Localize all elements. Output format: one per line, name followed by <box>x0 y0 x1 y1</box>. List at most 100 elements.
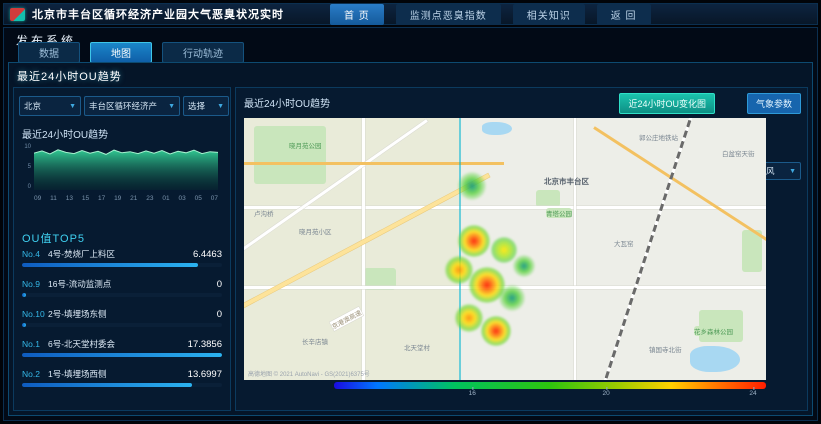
y-axis-tick: 0 <box>28 184 31 190</box>
progress-fill <box>22 263 198 267</box>
y-axis-tick: 10 <box>24 144 31 150</box>
heatmap-blob <box>458 225 490 257</box>
road <box>244 206 766 209</box>
filter-bar: 北京 ▼ 丰台区循环经济产 ▼ 选择 ▼ <box>19 96 229 116</box>
tab-map[interactable]: 地图 <box>90 42 152 63</box>
station-name: 6号-北天堂村委会 <box>48 338 188 350</box>
progress-fill <box>22 383 192 387</box>
trend-chart-title: 最近24小时OU趋势 <box>22 126 108 141</box>
station-name: 2号-填埋场东侧 <box>48 308 217 320</box>
road-highway <box>244 162 504 165</box>
nav-item-home[interactable]: 首 页 <box>330 4 384 25</box>
list-item[interactable]: No.10 2号-填埋场东侧 0 <box>22 308 222 327</box>
tab-trajectory[interactable]: 行动轨迹 <box>162 42 244 63</box>
progress-track <box>22 323 222 327</box>
app-logo-icon <box>10 8 25 21</box>
ou-value: 6.4463 <box>193 249 222 260</box>
road <box>362 118 365 380</box>
trend-area-chart <box>34 144 218 190</box>
trend-chart: 1050 091113151719212301030507 <box>18 142 228 220</box>
station-name: 16号-流动监测点 <box>48 278 217 290</box>
chevron-down-icon: ▼ <box>69 103 76 110</box>
legend-tick-label: 16 <box>469 390 476 397</box>
city-select-value: 北京 <box>24 100 41 112</box>
heatmap-blob <box>513 255 535 277</box>
map-park-area <box>254 126 326 184</box>
nav-item-knowledge[interactable]: 相关知识 <box>513 4 585 25</box>
tab-data[interactable]: 数据 <box>18 42 80 63</box>
x-axis-tick: 03 <box>179 195 186 202</box>
progress-track <box>22 293 222 297</box>
x-axis-tick: 17 <box>98 195 105 202</box>
chevron-down-icon: ▼ <box>168 103 175 110</box>
map-label: 青塔公园 <box>546 208 572 218</box>
map-label: 大瓦窑 <box>614 238 634 248</box>
x-axis-tick: 19 <box>114 195 121 202</box>
x-axis-tick: 07 <box>211 195 218 202</box>
road <box>244 286 766 289</box>
map-panel: 最近24小时OU趋势 近24小时OU变化图 气象参数 风 ▼ <box>235 87 808 411</box>
station-select[interactable]: 选择 ▼ <box>183 96 229 116</box>
list-item[interactable]: No.2 1号-填埋场西侧 13.6997 <box>22 368 222 387</box>
heatmap-blob <box>469 267 505 303</box>
main-nav: 首 页 监测点恶臭指数 相关知识 返 回 <box>330 4 651 25</box>
map-panel-title: 最近24小时OU趋势 <box>244 95 330 110</box>
rank-label: No.9 <box>22 279 48 289</box>
view-tabs: 数据 地图 行动轨迹 <box>18 42 244 63</box>
city-select[interactable]: 北京 ▼ <box>19 96 81 116</box>
progress-track <box>22 383 222 387</box>
map-water-area <box>482 122 512 135</box>
map-park-area <box>699 310 743 342</box>
progress-fill <box>22 353 222 357</box>
list-item[interactable]: No.4 4号-焚烧厂上料区 6.4463 <box>22 248 222 267</box>
main-panel: 最近24小时OU趋势 北京 ▼ 丰台区循环经济产 ▼ 选择 ▼ 最近24小时OU… <box>8 62 813 416</box>
district-select[interactable]: 丰台区循环经济产 ▼ <box>84 96 180 116</box>
ou-value: 17.3856 <box>188 339 222 350</box>
heatmap-blob <box>481 316 511 346</box>
x-axis-tick: 13 <box>66 195 73 202</box>
progress-fill <box>22 323 26 327</box>
legend-ticks: 16 20 24 <box>334 389 766 399</box>
list-item[interactable]: No.1 6号-北天堂村委会 17.3856 <box>22 338 222 357</box>
ou-color-legend: 16 20 24 <box>334 382 766 400</box>
x-axis-tick: 01 <box>162 195 169 202</box>
list-item[interactable]: No.9 16号-流动监测点 0 <box>22 278 222 297</box>
ou-change-map-button[interactable]: 近24小时OU变化图 <box>619 93 715 114</box>
content-frame: 发布系统 数据 地图 行动轨迹 最近24小时OU趋势 北京 ▼ 丰台区循环经济产… <box>3 27 818 421</box>
ou-value: 0 <box>217 309 222 320</box>
heatmap-blob <box>499 285 525 311</box>
x-axis-tick: 05 <box>195 195 202 202</box>
map-label: 镇国寺北街 <box>649 344 682 354</box>
x-axis-tick: 15 <box>82 195 89 202</box>
x-axis-tick: 23 <box>146 195 153 202</box>
map-label: 郭公庄地铁站 <box>639 132 678 142</box>
station-select-value: 选择 <box>188 100 205 112</box>
left-column: 北京 ▼ 丰台区循环经济产 ▼ 选择 ▼ 最近24小时OU趋势 1050 <box>13 87 231 411</box>
rank-label: No.10 <box>22 309 48 319</box>
wind-select[interactable]: 风 ▼ <box>761 162 801 180</box>
rank-label: No.4 <box>22 249 48 259</box>
nav-item-back[interactable]: 返 回 <box>597 4 651 25</box>
rank-label: No.2 <box>22 369 48 379</box>
progress-track <box>22 263 222 267</box>
panel-title: 最近24小时OU趋势 <box>17 68 122 84</box>
map-label: 白盆窑天街 <box>722 148 755 158</box>
legend-tick-label: 24 <box>749 390 756 397</box>
y-axis-labels: 1050 <box>18 144 31 190</box>
map-canvas[interactable]: 高德地图 © 2021 AutoNavi - GS(2021)6375号 晓月苑… <box>244 118 766 380</box>
map-water-area <box>690 346 740 372</box>
district-select-value: 丰台区循环经济产 <box>89 100 157 112</box>
progress-track <box>22 353 222 357</box>
map-attribution: 高德地图 © 2021 AutoNavi - GS(2021)6375号 <box>248 369 370 378</box>
top5-title: OU值TOP5 <box>22 230 85 246</box>
legend-gradient-bar <box>334 382 766 389</box>
wind-select-value: 风 <box>766 165 775 177</box>
weather-params-button[interactable]: 气象参数 <box>747 93 801 114</box>
legend-tick-label: 20 <box>603 390 610 397</box>
x-axis-tick: 11 <box>50 195 57 202</box>
nav-item-odor-index[interactable]: 监测点恶臭指数 <box>396 4 501 25</box>
x-axis-labels: 091113151719212301030507 <box>34 195 218 202</box>
road <box>574 118 576 380</box>
x-axis-tick: 21 <box>130 195 137 202</box>
progress-fill <box>22 293 26 297</box>
